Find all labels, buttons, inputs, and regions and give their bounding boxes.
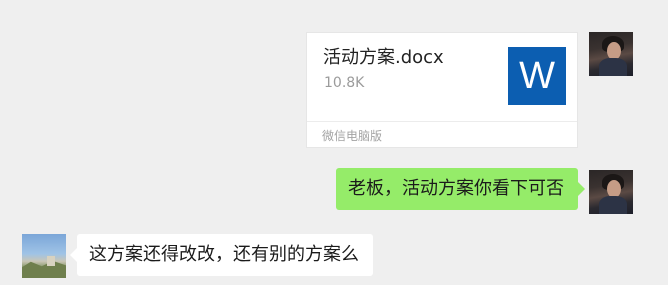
avatar-landscape-building (47, 256, 55, 266)
avatar-coat (599, 196, 627, 214)
file-message-card[interactable]: 活动方案.docx 10.8K W 微信电脑版 (306, 32, 578, 148)
file-size: 10.8K (324, 75, 365, 91)
word-icon: W (508, 47, 566, 105)
my-message-bubble[interactable]: 老板，活动方案你看下可否 (336, 168, 585, 210)
chat-window: { "chat": { "messages": [ { "sender": "m… (0, 0, 668, 285)
contact-avatar[interactable] (22, 234, 66, 278)
avatar-coat (599, 58, 627, 76)
card-divider (307, 121, 577, 122)
file-source-label: 微信电脑版 (322, 129, 383, 143)
my-avatar[interactable] (589, 32, 633, 76)
file-name: 活动方案.docx (323, 47, 444, 68)
contact-message-bubble[interactable]: 这方案还得改改，还有别的方案么 (70, 234, 373, 276)
avatar-landscape-hill (22, 260, 66, 278)
my-avatar[interactable] (589, 170, 633, 214)
